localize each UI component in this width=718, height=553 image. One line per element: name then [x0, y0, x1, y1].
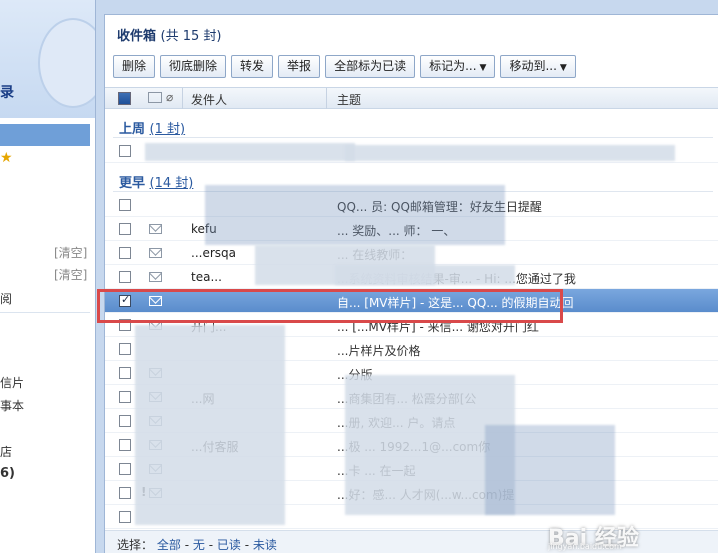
caret-down-icon: ▼ — [479, 63, 487, 73]
separator: - — [244, 538, 250, 552]
column-divider — [326, 88, 327, 109]
group-last-week: 上周 (1 封) — [119, 118, 185, 137]
page-title: 收件箱 (共 15 封) — [117, 25, 222, 44]
select-read-link[interactable]: 已读 — [217, 538, 241, 552]
row-checkbox[interactable] — [119, 199, 131, 211]
mark-as-label: 标记为... — [429, 59, 477, 73]
attachment-icon[interactable]: ⌀ — [166, 90, 173, 104]
qq-penguin-logo — [38, 18, 95, 108]
row-checkbox[interactable] — [119, 463, 131, 475]
select-all-checkbox[interactable] — [118, 92, 131, 105]
pixelation-mask — [335, 265, 515, 285]
row-checkbox[interactable] — [119, 487, 131, 499]
group-label: 更早 — [119, 176, 146, 191]
envelope-icon — [149, 248, 162, 258]
logo-area: 录 — [0, 0, 95, 118]
pixelation-mask — [135, 325, 285, 525]
move-to-label: 移动到... — [509, 59, 557, 73]
group-divider — [113, 137, 713, 138]
separator: - — [184, 538, 190, 552]
delete-button[interactable]: 删除 — [113, 55, 156, 78]
select-label: 选择： — [117, 538, 154, 552]
sidebar-item-subscribe[interactable]: 阅 — [0, 290, 12, 307]
list-header: ⌀ 发件人 主题 — [105, 87, 718, 109]
pixelation-mask — [345, 145, 675, 161]
row-checkbox[interactable] — [119, 247, 131, 259]
pixelation-mask — [205, 185, 505, 245]
column-divider — [182, 88, 183, 109]
mail-list-panel: 收件箱 (共 15 封) 删除 彻底删除 转发 举报 全部标为已读 标记为... ▼ 移动到.… — [97, 14, 718, 553]
move-to-dropdown[interactable]: 移动到... ▼ — [500, 55, 576, 78]
row-checkbox[interactable] — [119, 343, 131, 355]
pixelation-mask — [145, 143, 355, 161]
separator: - — [208, 538, 214, 552]
group-count-link[interactable]: (1 封) — [150, 122, 186, 137]
sidebar-divider — [0, 312, 90, 313]
envelope-icon — [149, 272, 162, 282]
sidebar-item-inbox[interactable] — [0, 124, 90, 146]
sidebar: 录 ★ [清空] [清空] 阅 信片 事本 店 6) — [0, 0, 96, 553]
mail-subject[interactable]: ...片样片及价格 — [337, 342, 717, 359]
column-sender[interactable]: 发件人 — [191, 91, 227, 108]
folder-count: (共 15 封) — [160, 29, 222, 44]
sidebar-item-notes[interactable]: 事本 — [0, 397, 24, 414]
group-count-link[interactable]: (14 封) — [150, 176, 194, 191]
group-label: 上周 — [119, 122, 146, 137]
row-checkbox[interactable] — [119, 271, 131, 283]
clear-trash-link[interactable]: [清空] — [54, 244, 87, 261]
row-checkbox[interactable] — [119, 367, 131, 379]
baidu-watermark: Bai 经验 jingyan.baidu.com — [548, 520, 718, 551]
watermark-subtext: jingyan.baidu.com — [548, 542, 622, 551]
envelope-icon — [149, 224, 162, 234]
select-unread-link[interactable]: 未读 — [253, 538, 277, 552]
sidebar-item-count: 6) — [0, 466, 15, 481]
group-earlier: 更早 (14 封) — [119, 172, 193, 191]
pixelation-mask — [485, 425, 615, 515]
row-checkbox[interactable] — [119, 439, 131, 451]
delete-permanent-button[interactable]: 彻底删除 — [160, 55, 227, 78]
sidebar-item-more[interactable]: 店 — [0, 443, 12, 460]
login-text: 录 — [0, 85, 14, 101]
row-checkbox[interactable] — [119, 145, 131, 157]
folder-title: 收件箱 — [117, 29, 157, 44]
highlight-frame — [97, 289, 563, 323]
mark-all-read-button[interactable]: 全部标为已读 — [325, 55, 416, 78]
row-checkbox[interactable] — [119, 415, 131, 427]
row-checkbox[interactable] — [119, 511, 131, 523]
column-subject[interactable]: 主题 — [337, 91, 361, 108]
toolbar: 删除 彻底删除 转发 举报 全部标为已读 标记为... ▼ 移动到... ▼ — [113, 55, 581, 79]
star-icon[interactable]: ★ — [0, 150, 13, 166]
clear-spam-link[interactable]: [清空] — [54, 266, 87, 283]
caret-down-icon: ▼ — [559, 63, 567, 73]
row-checkbox[interactable] — [119, 223, 131, 235]
row-checkbox[interactable] — [119, 391, 131, 403]
forward-button[interactable]: 转发 — [231, 55, 274, 78]
select-none-link[interactable]: 无 — [193, 538, 205, 552]
report-button[interactable]: 举报 — [278, 55, 321, 78]
envelope-icon[interactable] — [148, 92, 162, 103]
sidebar-item-postcard[interactable]: 信片 — [0, 374, 24, 391]
mark-as-dropdown[interactable]: 标记为... ▼ — [420, 55, 496, 78]
select-all-link[interactable]: 全部 — [157, 538, 181, 552]
